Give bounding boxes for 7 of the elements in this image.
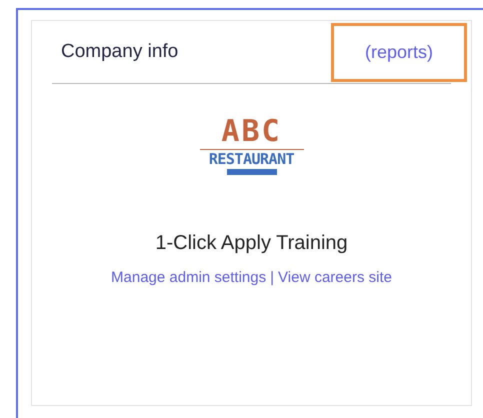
reports-link[interactable]: (reports) bbox=[331, 22, 467, 82]
card-title: Company info bbox=[60, 40, 178, 64]
text-link[interactable]: Manage admin settings bbox=[111, 267, 266, 290]
restaurant-logo: ABC RESTAURANT bbox=[200, 117, 304, 175]
link-separator: | bbox=[270, 268, 274, 288]
company-name: 1-Click Apply Training bbox=[155, 231, 348, 256]
text-link[interactable]: View careers site bbox=[278, 267, 392, 290]
